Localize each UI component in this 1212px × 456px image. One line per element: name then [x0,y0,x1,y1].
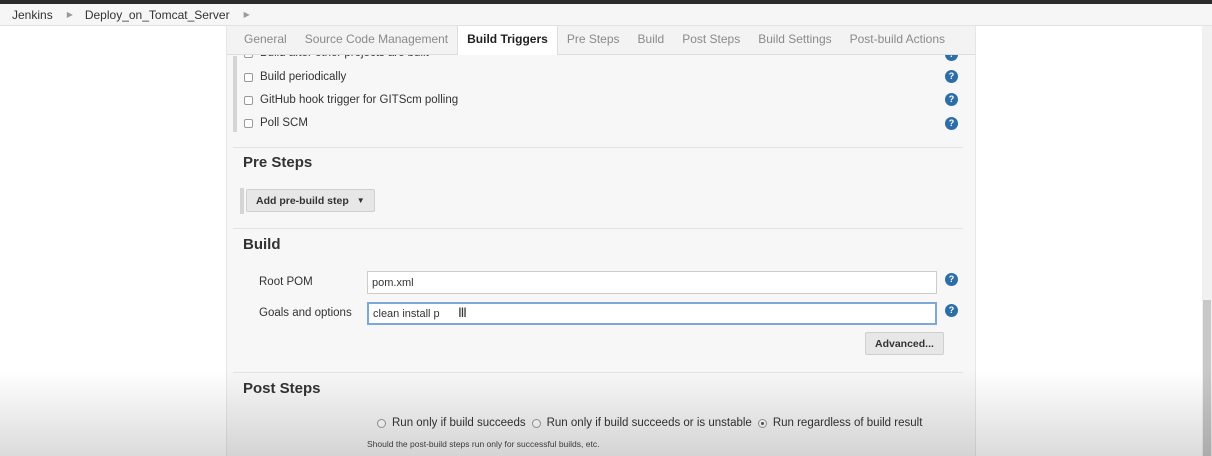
radio-option-succeeds-or-unstable[interactable]: Run only if build succeeds or is unstabl… [526,417,752,429]
add-pre-build-step-label: Add pre-build step [256,194,349,207]
build-title: Build [243,236,281,253]
build-periodically-checkbox[interactable] [244,72,253,82]
config-tabs: General Source Code Management Build Tri… [227,26,975,55]
tab-general[interactable]: General [235,26,296,54]
goals-options-label: Goals and options [259,307,352,319]
post-steps-title: Post Steps [243,380,321,397]
post-steps-hint: Should the post-build steps run only for… [367,439,600,449]
trigger-label: Build periodically [260,71,347,83]
radio-label: Run only if build succeeds [392,417,526,429]
section-divider [233,228,963,229]
radio-button[interactable] [377,418,386,428]
help-icon[interactable]: ? [945,70,958,83]
scrollbar-thumb[interactable] [1203,300,1211,456]
tab-build-settings[interactable]: Build Settings [749,26,840,54]
trigger-poll-scm[interactable]: Poll SCM [244,117,308,129]
post-steps-radio-group: Run only if build succeeds Run only if b… [371,417,922,429]
goals-options-input[interactable] [367,302,937,325]
tab-build[interactable]: Build [629,26,674,54]
help-icon[interactable]: ? [945,304,958,317]
breadcrumb: Jenkins ▶ Deploy_on_Tomcat_Server ▶ [0,4,1212,26]
config-panel: General Source Code Management Build Tri… [226,26,976,456]
radio-button[interactable] [531,418,541,428]
help-icon[interactable]: ? [945,93,958,106]
trigger-build-periodically[interactable]: Build periodically [244,71,346,83]
radio-label: Run only if build succeeds or is unstabl… [546,417,752,429]
radio-label: Run regardless of build result [772,417,923,429]
text-cursor-icon: Ⅲ [458,305,467,320]
section-indent-bar [233,56,237,132]
help-icon[interactable]: ? [945,273,958,286]
tab-post-build-actions[interactable]: Post-build Actions [841,26,954,54]
radio-option-succeeds[interactable]: Run only if build succeeds [371,417,526,429]
trigger-label: Poll SCM [260,117,308,129]
chevron-right-icon: ▶ [66,10,73,19]
section-indent-bar [240,188,244,214]
poll-scm-checkbox[interactable] [244,118,253,128]
advanced-button[interactable]: Advanced... [865,332,944,355]
trigger-github-hook[interactable]: GitHub hook trigger for GITScm polling [244,94,458,106]
radio-option-regardless[interactable]: Run regardless of build result [752,417,923,429]
caret-down-icon: ▼ [356,196,365,205]
root-pom-input[interactable] [367,271,937,294]
tab-build-triggers[interactable]: Build Triggers [457,26,558,55]
radio-button-selected[interactable] [757,418,767,428]
trigger-label: GitHub hook trigger for GITScm polling [260,94,459,106]
root-pom-label: Root POM [259,276,313,288]
help-icon[interactable]: ? [945,117,958,130]
section-divider [233,372,963,373]
section-divider [233,147,963,148]
tab-source-code-management[interactable]: Source Code Management [296,26,457,54]
breadcrumb-project[interactable]: Deploy_on_Tomcat_Server [85,8,230,22]
github-hook-checkbox[interactable] [244,95,253,105]
add-pre-build-step-button[interactable]: Add pre-build step ▼ [246,189,375,212]
tab-post-steps[interactable]: Post Steps [673,26,749,54]
tab-pre-steps[interactable]: Pre Steps [558,26,629,54]
pre-steps-title: Pre Steps [243,154,313,171]
chevron-right-icon[interactable]: ▶ [244,10,250,19]
breadcrumb-jenkins[interactable]: Jenkins [12,8,53,22]
